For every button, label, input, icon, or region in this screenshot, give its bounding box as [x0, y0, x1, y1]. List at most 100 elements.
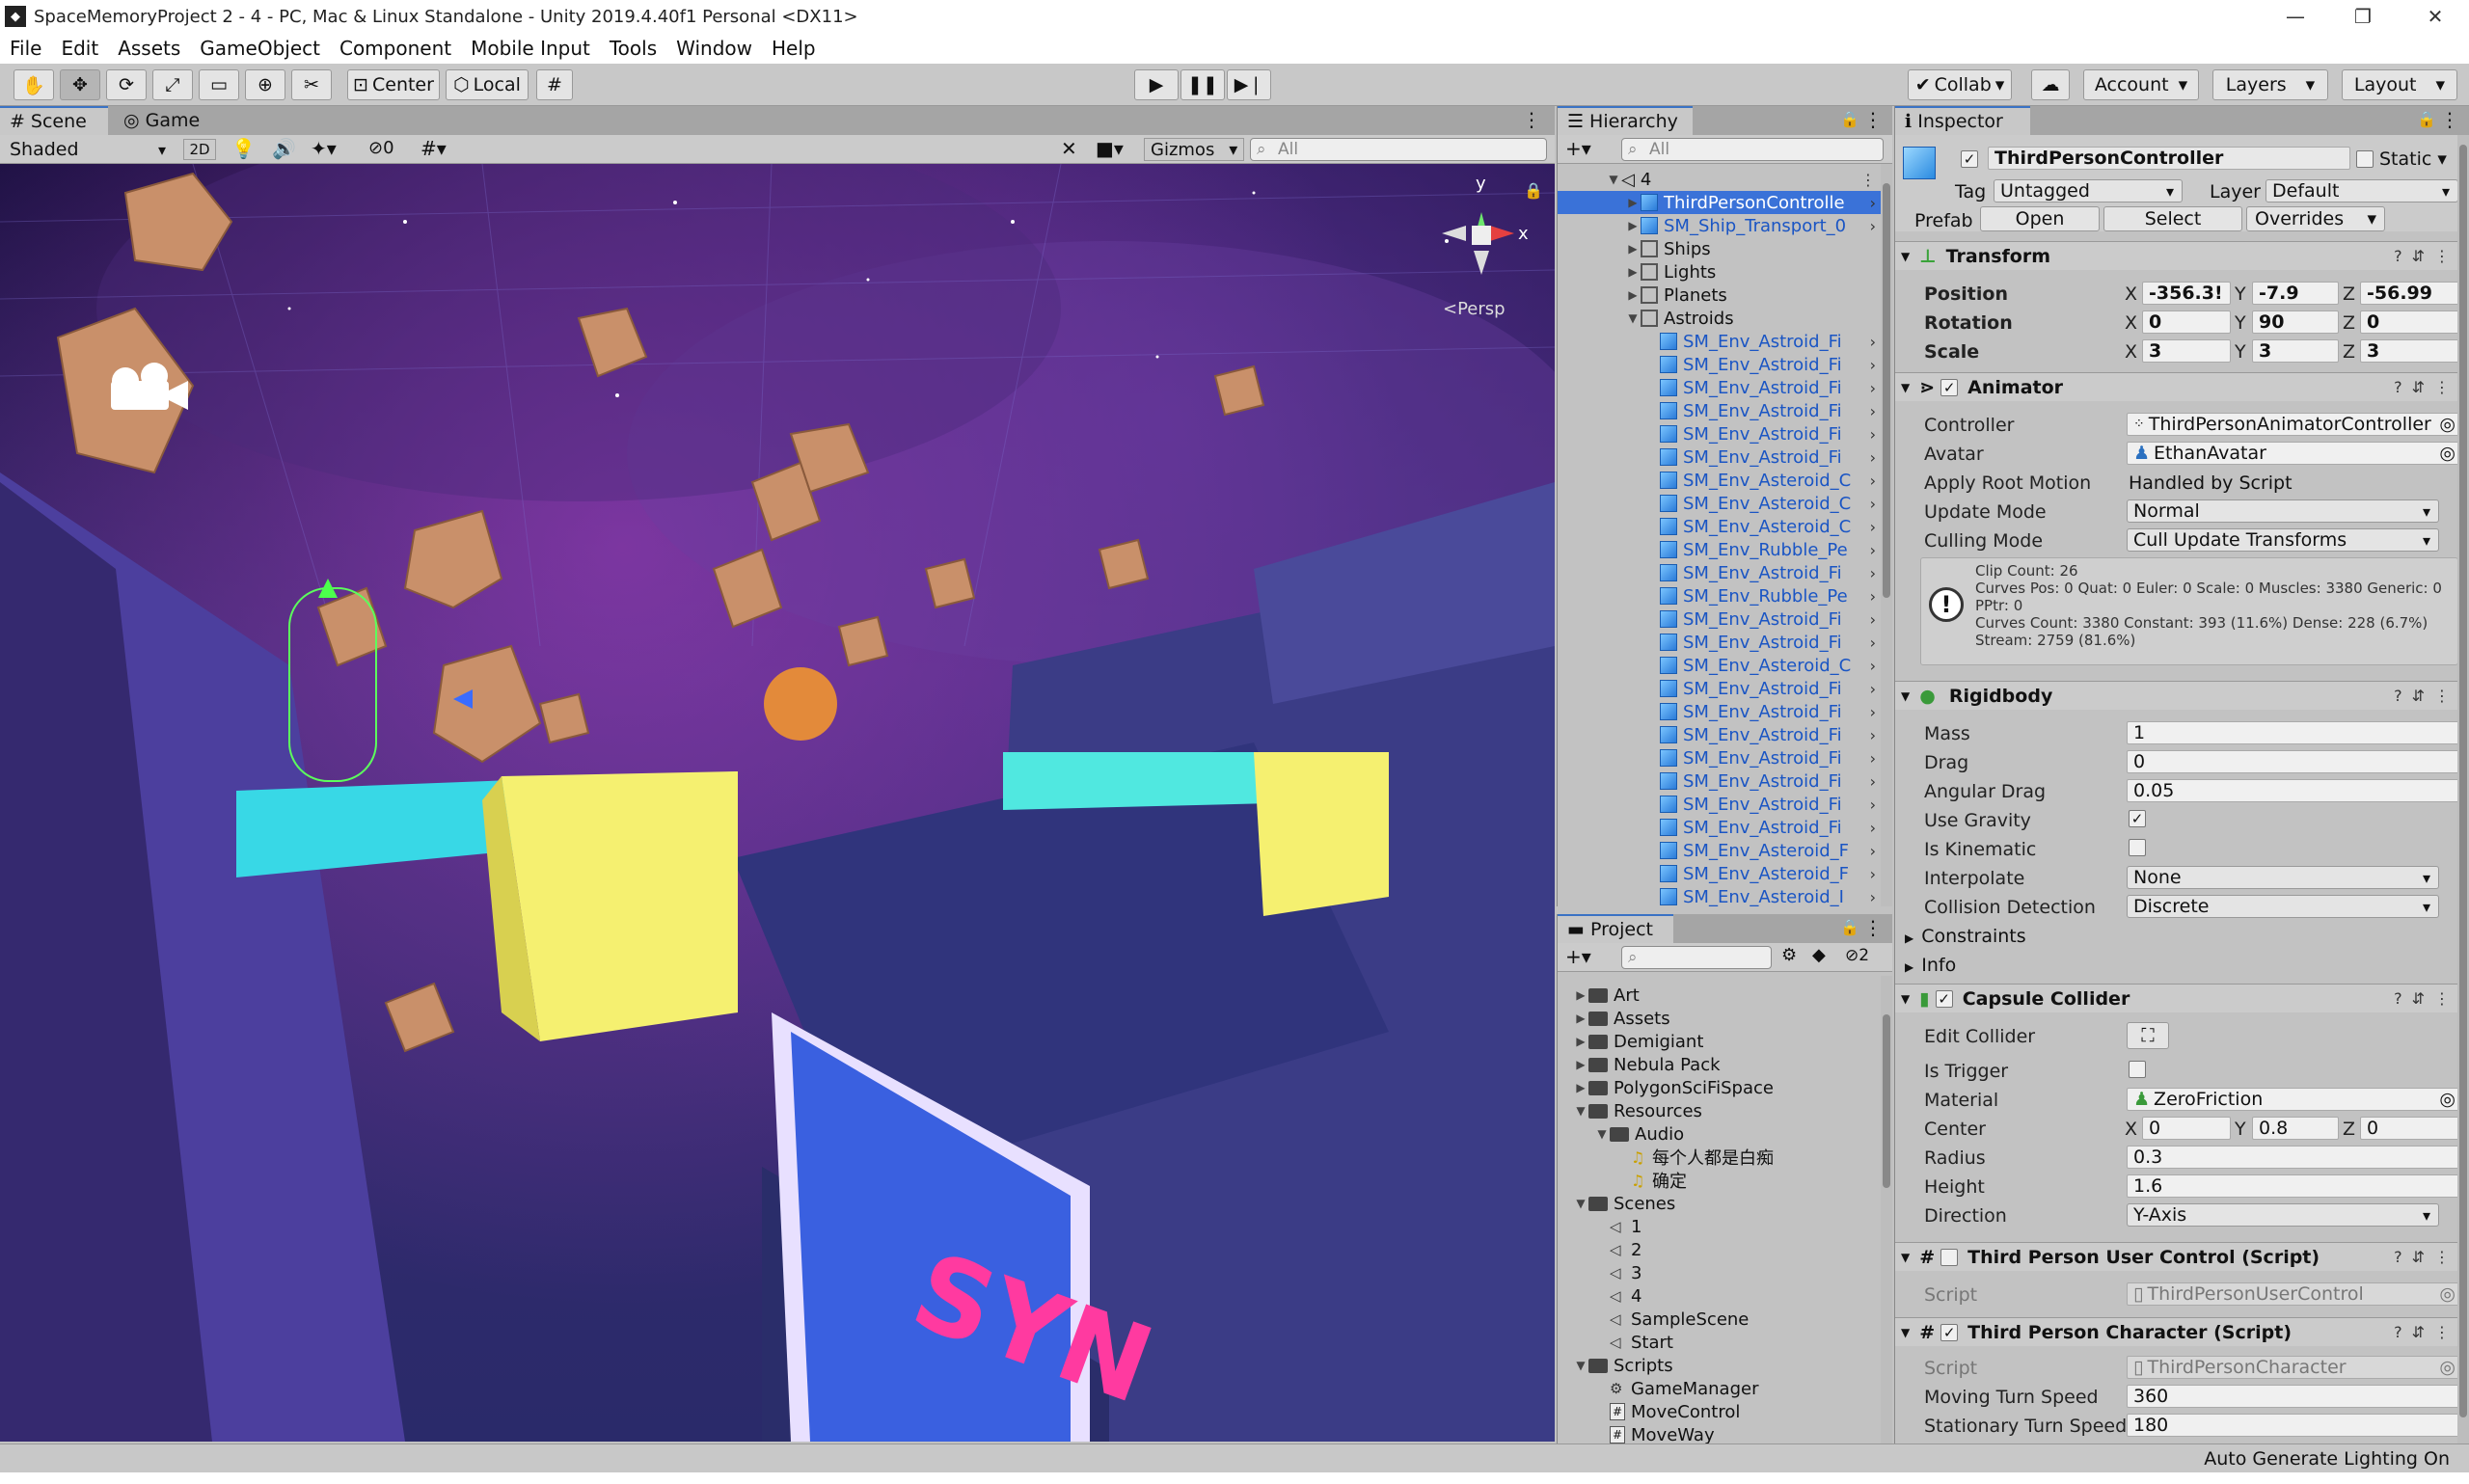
- center-x-field[interactable]: 0: [2142, 1117, 2231, 1140]
- rect-tool-icon[interactable]: ▭: [199, 69, 239, 100]
- menu-gameobject[interactable]: GameObject: [190, 37, 330, 60]
- menu-help[interactable]: Help: [762, 37, 826, 60]
- hierarchy-scroll-thumb[interactable]: [1883, 183, 1890, 598]
- tab-hierarchy[interactable]: ☰ Hierarchy: [1558, 106, 1693, 135]
- scene-search-input[interactable]: ⌕ All: [1250, 138, 1547, 161]
- project-item[interactable]: ▶ PolygonSciFiSpace: [1558, 1076, 1774, 1099]
- prefab-overrides-dropdown[interactable]: Overrides ▾: [2246, 206, 2385, 231]
- expand-arrow-icon[interactable]: ▶: [1573, 1058, 1588, 1071]
- user-control-enabled-checkbox[interactable]: [1940, 1248, 1959, 1266]
- hierarchy-item[interactable]: SM_Env_Astroid_Fi ›: [1558, 769, 1882, 793]
- hierarchy-item[interactable]: ▶ Lights: [1558, 260, 1882, 283]
- active-checkbox[interactable]: ✓: [1961, 150, 1978, 168]
- hidden-objects-toggle[interactable]: ⊘0: [368, 138, 394, 158]
- move-tool-icon[interactable]: ✥: [60, 69, 100, 100]
- prefab-open-chevron-icon[interactable]: ›: [1870, 448, 1876, 467]
- avatar-field[interactable]: ♟ EthanAvatar ◎: [2127, 442, 2460, 465]
- hierarchy-item[interactable]: SM_Env_Astroid_Fi ›: [1558, 422, 1882, 445]
- hierarchy-item[interactable]: ▶ Ships: [1558, 237, 1882, 260]
- filter-type-icon[interactable]: ⚙: [1781, 945, 1797, 965]
- panel-menu-icon[interactable]: ⋮: [1522, 108, 1541, 131]
- effects-toggle-icon[interactable]: ✦▾: [311, 137, 337, 160]
- lock-icon[interactable]: 🔒: [1840, 110, 1859, 128]
- hierarchy-item[interactable]: ▶ Planets: [1558, 283, 1882, 307]
- menu-file[interactable]: File: [0, 37, 51, 60]
- prefab-select-button[interactable]: Select: [2103, 206, 2242, 231]
- prefab-open-chevron-icon[interactable]: ›: [1870, 772, 1876, 791]
- maximize-button[interactable]: ❐: [2329, 0, 2397, 33]
- pause-button[interactable]: ❚❚: [1180, 69, 1225, 100]
- hierarchy-scrollbar[interactable]: [1881, 164, 1892, 906]
- transform-header[interactable]: ▼ ⊥ Transform ?⇵⋮: [1895, 241, 2469, 270]
- hierarchy-item[interactable]: SM_Env_Astroid_Fi ›: [1558, 700, 1882, 723]
- object-picker-icon[interactable]: ◎: [2439, 443, 2455, 464]
- project-item[interactable]: ◁ Start: [1558, 1331, 1673, 1354]
- stationary-turn-speed-field[interactable]: 180: [2127, 1414, 2460, 1437]
- hierarchy-item[interactable]: SM_Env_Astroid_Fi ›: [1558, 793, 1882, 816]
- project-search-input[interactable]: ⌕: [1621, 946, 1772, 969]
- more-icon[interactable]: ⋮: [1860, 171, 1876, 189]
- prefab-open-chevron-icon[interactable]: ›: [1870, 819, 1876, 837]
- expand-arrow-icon[interactable]: ▶: [1573, 1081, 1588, 1094]
- prefab-open-chevron-icon[interactable]: ›: [1870, 379, 1876, 397]
- character-enabled-checkbox[interactable]: ✓: [1940, 1323, 1959, 1341]
- object-picker-icon[interactable]: ◎: [2439, 414, 2455, 435]
- hierarchy-item[interactable]: SM_Env_Asteroid_F ›: [1558, 839, 1882, 862]
- component-actions-icons[interactable]: ?⇵⋮: [2394, 247, 2459, 265]
- lock-icon[interactable]: 🔒: [2417, 110, 2436, 128]
- hidden-packages-toggle[interactable]: ⊘2: [1845, 946, 1869, 965]
- center-y-field[interactable]: 0.8: [2252, 1117, 2339, 1140]
- animator-enabled-checkbox[interactable]: ✓: [1940, 378, 1959, 396]
- project-item[interactable]: ▶ Art: [1558, 984, 1639, 1007]
- static-dropdown[interactable]: Static ▾: [2379, 148, 2447, 170]
- prefab-open-chevron-icon[interactable]: ›: [1870, 194, 1876, 212]
- component-actions-icons[interactable]: ?⇵⋮: [2394, 989, 2459, 1008]
- hierarchy-item[interactable]: SM_Env_Asteroid_C ›: [1558, 469, 1882, 492]
- layout-dropdown[interactable]: Layout ▾: [2342, 69, 2457, 100]
- expand-arrow-icon[interactable]: ▶: [1625, 196, 1641, 209]
- component-actions-icons[interactable]: ?⇵⋮: [2394, 378, 2459, 396]
- hierarchy-item[interactable]: SM_Env_Astroid_Fi ›: [1558, 677, 1882, 700]
- expand-arrow-icon[interactable]: ▶: [1625, 219, 1641, 232]
- filter-label-icon[interactable]: ◆: [1812, 945, 1826, 965]
- user-control-header[interactable]: ▼ # Third Person User Control (Script) ?…: [1895, 1242, 2469, 1271]
- prefab-open-chevron-icon[interactable]: ›: [1870, 495, 1876, 513]
- hierarchy-item[interactable]: SM_Env_Astroid_Fi ›: [1558, 607, 1882, 631]
- hierarchy-item[interactable]: SM_Env_Astroid_Fi ›: [1558, 399, 1882, 422]
- hierarchy-item[interactable]: SM_Env_Astroid_Fi ›: [1558, 353, 1882, 376]
- panel-menu-icon[interactable]: ⋮: [2440, 108, 2459, 131]
- project-item[interactable]: ▶ Demigiant: [1558, 1030, 1703, 1053]
- prefab-open-chevron-icon[interactable]: ›: [1870, 634, 1876, 652]
- constraints-foldout[interactable]: ▶ Constraints: [1905, 926, 2026, 947]
- static-checkbox[interactable]: [2356, 150, 2374, 168]
- menu-window[interactable]: Window: [666, 37, 762, 60]
- object-picker-icon[interactable]: ◎: [2439, 1089, 2455, 1110]
- culling-mode-dropdown[interactable]: Cull Update Transforms: [2127, 528, 2439, 552]
- pivot-center-button[interactable]: ⊡ Center: [347, 69, 440, 100]
- hierarchy-item[interactable]: ▶ SM_Ship_Transport_0 ›: [1558, 214, 1882, 237]
- expand-arrow-icon[interactable]: ▼: [1625, 311, 1641, 325]
- prefab-open-chevron-icon[interactable]: ›: [1870, 402, 1876, 420]
- position-y-field[interactable]: -7.9: [2252, 282, 2339, 305]
- persp-label[interactable]: <Persp: [1443, 299, 1506, 319]
- info-foldout[interactable]: ▶ Info: [1905, 955, 1956, 976]
- menu-component[interactable]: Component: [330, 37, 461, 60]
- layers-dropdown[interactable]: Layers ▾: [2212, 69, 2328, 100]
- hierarchy-item[interactable]: SM_Env_Asteroid_F ›: [1558, 862, 1882, 885]
- use-gravity-checkbox[interactable]: ✓: [2129, 810, 2146, 827]
- object-name-field[interactable]: ThirdPersonController: [1988, 147, 2350, 170]
- hierarchy-item[interactable]: SM_Env_Asteroid_I ›: [1558, 885, 1882, 906]
- project-item[interactable]: # MoveControl: [1558, 1400, 1740, 1423]
- hierarchy-item[interactable]: SM_Env_Astroid_Fi ›: [1558, 816, 1882, 839]
- menu-assets[interactable]: Assets: [108, 37, 190, 60]
- project-item[interactable]: ▶ Nebula Pack: [1558, 1053, 1720, 1076]
- hierarchy-item[interactable]: SM_Env_Astroid_Fi ›: [1558, 723, 1882, 746]
- lock-icon[interactable]: 🔒: [1840, 918, 1859, 936]
- menu-edit[interactable]: Edit: [51, 37, 108, 60]
- tab-project[interactable]: ▬ Project: [1558, 914, 1673, 943]
- expand-arrow-icon[interactable]: ▼: [1573, 1104, 1588, 1118]
- grid-toggle-icon[interactable]: #▾: [421, 137, 447, 160]
- prefab-open-chevron-icon[interactable]: ›: [1870, 217, 1876, 235]
- project-item[interactable]: ▶ Assets: [1558, 1007, 1669, 1030]
- tag-dropdown[interactable]: Untagged: [1994, 179, 2183, 202]
